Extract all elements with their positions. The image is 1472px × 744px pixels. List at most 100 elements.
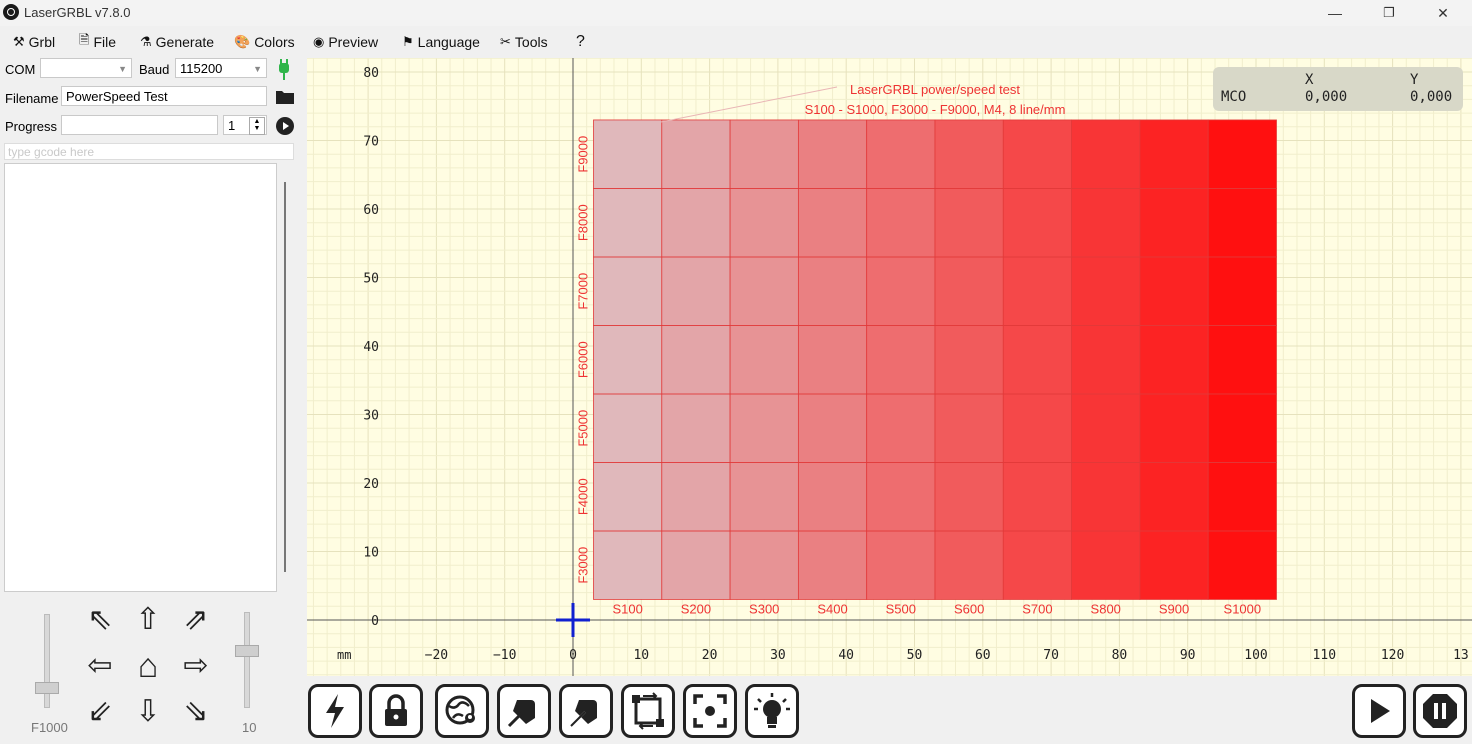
test-cell (934, 393, 1004, 463)
arrow-out-icon (507, 700, 535, 728)
goto-zero-button[interactable] (497, 684, 551, 738)
test-cell (1002, 462, 1072, 532)
test-cell (1002, 393, 1072, 463)
maximize-button[interactable]: ❐ (1366, 0, 1412, 26)
test-cell (1071, 119, 1141, 189)
open-folder-icon[interactable] (275, 89, 295, 105)
y-tick-label: 50 (363, 272, 379, 287)
test-cell (729, 325, 799, 395)
jog-left-icon[interactable]: ⇦ (80, 646, 120, 686)
speed-label: F8000 (575, 204, 590, 241)
jog-right-icon[interactable]: ⇨ (176, 646, 216, 686)
jog-down-right-icon[interactable]: ⇘ (176, 692, 216, 732)
test-cell (797, 393, 868, 463)
power-label: S800 (1091, 601, 1121, 616)
jog-down-left-icon[interactable]: ⇙ (80, 692, 120, 732)
y-tick-label: 60 (363, 203, 379, 218)
run-file-icon[interactable] (275, 116, 295, 136)
log-scrollbar[interactable] (284, 182, 286, 572)
x-position: 0,000 (1305, 89, 1348, 105)
test-cell (797, 256, 868, 326)
step-slider-thumb[interactable] (235, 645, 259, 657)
test-cell (1139, 325, 1209, 395)
test-cell (661, 530, 731, 600)
jog-down-icon[interactable]: ⇩ (128, 692, 168, 732)
control-panel: COM ▼ Baud 115200 ▼ Filename PowerSpeed T… (0, 56, 304, 744)
test-cell (661, 325, 731, 395)
test-cell (934, 119, 1004, 189)
spin-arrows-icon[interactable]: ▲ ▼ (249, 117, 265, 135)
y-tick-label: 0 (371, 614, 379, 629)
test-cell (1071, 462, 1141, 532)
step-slider-track[interactable] (244, 612, 250, 708)
test-cell (661, 256, 731, 326)
menu-bar: ⚒ Grbl 🗎 File ⚗ Generate 🎨 Colors ◉ Preview ⚑… (0, 26, 1472, 56)
menu-language[interactable]: ⚑ Language (402, 32, 480, 52)
x-tick-label: 20 (702, 648, 718, 663)
test-cell (729, 119, 799, 189)
menu-generate[interactable]: ⚗ Generate (140, 32, 214, 52)
com-select[interactable]: ▼ (40, 58, 132, 78)
test-cell (1207, 393, 1277, 463)
run-button[interactable] (1352, 684, 1406, 738)
window-title: LaserGRBL v7.8.0 (24, 5, 131, 20)
lock-icon (385, 694, 407, 726)
menu-preview[interactable]: ◉ Preview (313, 32, 378, 52)
axis-x-label: X (1305, 72, 1314, 88)
jog-up-left-icon[interactable]: ⇖ (80, 600, 120, 640)
x-tick-label: 70 (1043, 648, 1059, 663)
filename-field[interactable]: PowerSpeed Test (61, 86, 267, 106)
test-cell (866, 530, 936, 600)
test-cell (593, 119, 663, 189)
set-zero-button[interactable] (435, 684, 489, 738)
close-button[interactable]: ✕ (1420, 0, 1466, 26)
console-log[interactable] (4, 163, 277, 592)
x-tick-label: 10 (633, 648, 649, 663)
test-cell (1071, 393, 1141, 463)
frame-button[interactable] (559, 684, 613, 738)
preview-canvas[interactable]: 0 10 20 30 40 50 60 70 80 −20 −10 0 10 20 30 40 50 60 70 80… (307, 58, 1472, 676)
speed-label: F5000 (575, 410, 590, 447)
x-tick-label: −10 (493, 648, 516, 663)
y-tick-label: 30 (363, 409, 379, 424)
menu-help[interactable]: ? (576, 32, 585, 52)
connect-plug-icon[interactable] (274, 58, 294, 82)
test-cell (866, 393, 936, 463)
test-cell (797, 325, 868, 395)
speed-slider-thumb[interactable] (35, 682, 59, 694)
menu-tools[interactable]: ✂ Tools (500, 32, 548, 52)
y-tick-label: 70 (363, 135, 379, 150)
unlock-button[interactable] (369, 684, 423, 738)
title-bar: LaserGRBL v7.8.0 — ❐ ✕ (0, 0, 1472, 26)
laser-light-button[interactable] (745, 684, 799, 738)
pause-button[interactable] (1413, 684, 1467, 738)
menu-file[interactable]: 🗎 File (79, 32, 116, 52)
test-cell (1071, 256, 1141, 326)
test-cell (1139, 393, 1209, 463)
test-cell (1139, 188, 1209, 258)
speed-label: F4000 (575, 478, 590, 515)
y-position: 0,000 (1410, 89, 1453, 105)
menu-grbl[interactable]: ⚒ Grbl (13, 32, 55, 52)
test-cell (593, 325, 663, 395)
minimize-button[interactable]: — (1312, 0, 1358, 26)
gcode-input[interactable]: type gcode here (4, 143, 294, 160)
frame-icon (632, 692, 664, 730)
test-cell (1071, 530, 1141, 600)
y-tick-label: 10 (363, 546, 379, 561)
flash-button[interactable] (308, 684, 362, 738)
test-cell (934, 530, 1004, 600)
passes-stepper[interactable]: 1 ▲ ▼ (223, 115, 267, 135)
test-cell (934, 188, 1004, 258)
jog-up-icon[interactable]: ⇧ (128, 600, 168, 640)
menu-colors[interactable]: 🎨 Colors (234, 32, 295, 52)
center-button[interactable] (683, 684, 737, 738)
test-cell (1139, 119, 1209, 189)
test-cell (729, 462, 799, 532)
rotate-button[interactable] (621, 684, 675, 738)
baud-select[interactable]: 115200 ▼ (175, 58, 267, 78)
test-cell (1139, 530, 1209, 600)
jog-up-right-icon[interactable]: ⇗ (176, 600, 216, 640)
home-icon[interactable]: ⌂ (128, 646, 168, 686)
test-cell (729, 393, 799, 463)
